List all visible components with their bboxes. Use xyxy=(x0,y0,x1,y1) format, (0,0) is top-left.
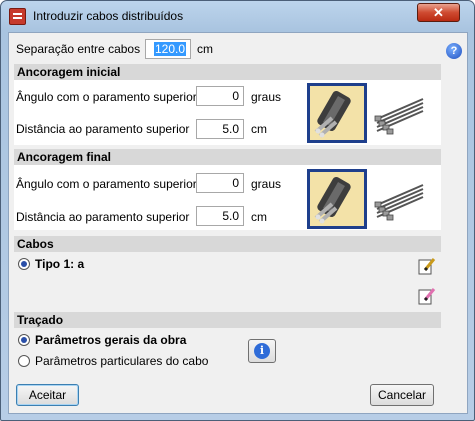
anchor-active-icon xyxy=(314,91,351,138)
separation-label: Separação entre cabos xyxy=(16,42,141,56)
anchor-final-active-image[interactable] xyxy=(307,169,367,229)
edit-icon xyxy=(418,258,436,275)
section-cables-header: Cabos xyxy=(14,236,441,252)
anchor-passive-icon xyxy=(374,98,424,135)
dialog-window: Introduzir cabos distribuídos ✕ Separaçã… xyxy=(0,0,475,421)
anc-final-angle-input[interactable]: 0 xyxy=(196,173,244,193)
anc-initial-angle-label: Ângulo com o paramento superior xyxy=(16,90,197,104)
anchor-final-active-icon xyxy=(314,177,351,224)
cable-radio-tipo1[interactable] xyxy=(18,258,30,270)
anc-final-distance-input[interactable]: 5.0 xyxy=(196,206,244,226)
separation-input[interactable]: 120.0 xyxy=(145,39,191,59)
help-icon[interactable]: ? xyxy=(446,43,462,59)
edit-cable-button[interactable] xyxy=(416,255,438,277)
info-button[interactable]: i xyxy=(248,339,276,363)
window-title: Introduzir cabos distribuídos xyxy=(33,9,184,23)
section-tracado-header: Traçado xyxy=(14,312,441,328)
close-button[interactable]: ✕ xyxy=(417,3,460,22)
anc-initial-distance-label: Distância ao paramento superior xyxy=(16,122,190,136)
info-icon: i xyxy=(254,343,270,359)
cable-item-label: Tipo 1: a xyxy=(35,257,85,271)
app-icon xyxy=(9,8,26,25)
anc-final-distance-unit: cm xyxy=(251,210,267,224)
tracado-option-particular: Parâmetros particulares do cabo xyxy=(35,354,209,368)
tracado-radio-particular[interactable] xyxy=(18,355,30,367)
anchor-passive-image[interactable] xyxy=(371,85,429,143)
section-anc-final-header: Ancoragem final xyxy=(14,149,441,165)
section-anc-initial-header: Ancoragem inicial xyxy=(14,64,441,80)
anc-initial-angle-input[interactable]: 0 xyxy=(196,86,244,106)
anc-initial-distance-unit: cm xyxy=(251,122,267,136)
anc-final-distance-label: Distância ao paramento superior xyxy=(16,210,190,224)
tracado-radio-general[interactable] xyxy=(18,334,30,346)
dialog-content: Separação entre cabos 120.0 cm ? Ancorag… xyxy=(8,32,468,414)
anc-initial-distance-input[interactable]: 5.0 xyxy=(196,119,244,139)
anc-final-angle-unit: graus xyxy=(251,177,282,191)
edit-cable-alt-button[interactable] xyxy=(416,285,438,307)
accept-button[interactable]: Aceitar xyxy=(16,384,79,406)
anchor-final-passive-icon xyxy=(374,184,424,221)
edit-color-icon xyxy=(418,288,436,305)
tracado-option-general: Parâmetros gerais da obra xyxy=(35,333,187,347)
cancel-button[interactable]: Cancelar xyxy=(370,384,434,406)
separation-unit: cm xyxy=(197,42,213,56)
anchor-active-image[interactable] xyxy=(307,83,367,143)
anchor-final-passive-image[interactable] xyxy=(371,171,429,229)
anc-final-angle-label: Ângulo com o paramento superior xyxy=(16,177,197,191)
title-bar[interactable]: Introduzir cabos distribuídos ✕ xyxy=(1,1,474,31)
anc-initial-angle-unit: graus xyxy=(251,90,282,104)
